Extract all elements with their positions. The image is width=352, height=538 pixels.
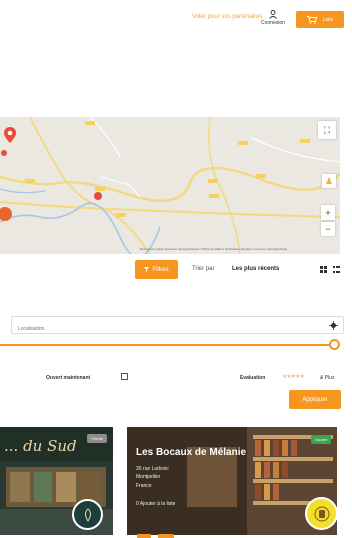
distance-slider-track[interactable] — [0, 344, 337, 346]
map-canvas — [0, 117, 340, 254]
filter-icon — [144, 267, 150, 272]
shop-logo — [305, 497, 337, 530]
filters-label: Filtres — [152, 266, 169, 273]
zoom-out-icon[interactable]: − — [321, 222, 335, 236]
shop-card[interactable]: ... du Sud Fermé — [0, 427, 113, 535]
cart-label: Liste — [322, 16, 334, 23]
sort-label: Trier par — [192, 266, 215, 272]
grid-view-icon[interactable] — [320, 266, 327, 273]
vote-partners-link[interactable]: Voter pour vos partenaires — [192, 14, 262, 20]
status-badge: Ouvert — [310, 435, 331, 444]
location-input[interactable] — [12, 321, 312, 337]
add-to-list-link[interactable]: 0 Ajouter à la liste — [136, 501, 175, 507]
rating-stars[interactable]: ★★★★★ — [282, 373, 305, 380]
list-view-icon[interactable] — [333, 266, 340, 273]
distance-slider-handle[interactable] — [329, 339, 340, 350]
pager-next-button[interactable] — [158, 534, 174, 538]
rating-suffix: & Plus — [320, 375, 335, 381]
account-button[interactable]: Connexion — [259, 10, 287, 26]
pegman-icon[interactable]: ♟ — [322, 174, 336, 188]
sort-select[interactable]: Les plus récents — [232, 266, 279, 272]
shop-title: Les Bocaux de Mélanie — [136, 447, 247, 458]
locate-icon[interactable] — [329, 321, 338, 330]
shop-city: Montpellier — [136, 474, 161, 480]
cart-icon — [306, 15, 317, 24]
rating-label: Evaluation — [240, 375, 266, 381]
apply-button[interactable]: Appliquer — [289, 390, 341, 409]
store-map[interactable]: ⛶ ♟ + − — [0, 117, 340, 254]
account-label: Connexion — [261, 20, 285, 26]
shop-address: 30 rue Ludovic — [136, 466, 169, 472]
pager-prev-button[interactable] — [137, 534, 151, 538]
listing-toolbar: Filtres Trier par Les plus récents — [0, 260, 352, 280]
shop-title: ... du Sud — [4, 437, 77, 455]
status-badge: Fermé — [87, 434, 107, 443]
filters-button[interactable]: Filtres — [135, 260, 178, 279]
site-header: Voter pour vos partenaires Connexion Lis… — [0, 0, 352, 40]
shop-logo — [72, 499, 103, 530]
shop-country: France — [136, 483, 152, 489]
user-icon — [269, 10, 277, 19]
map-attribution: Raccourcis clavier Données cartographiqu… — [140, 247, 288, 251]
shop-card[interactable]: Les Bocaux de Mélanie 30 rue Ludovic Mon… — [127, 427, 337, 535]
fullscreen-icon[interactable]: ⛶ — [318, 121, 336, 139]
open-now-label: Ouvert maintenant — [46, 375, 91, 381]
open-now-checkbox[interactable] — [121, 373, 128, 380]
zoom-in-icon[interactable]: + — [321, 205, 335, 220]
cart-button[interactable]: Liste — [296, 11, 344, 28]
location-field[interactable] — [11, 316, 344, 337]
